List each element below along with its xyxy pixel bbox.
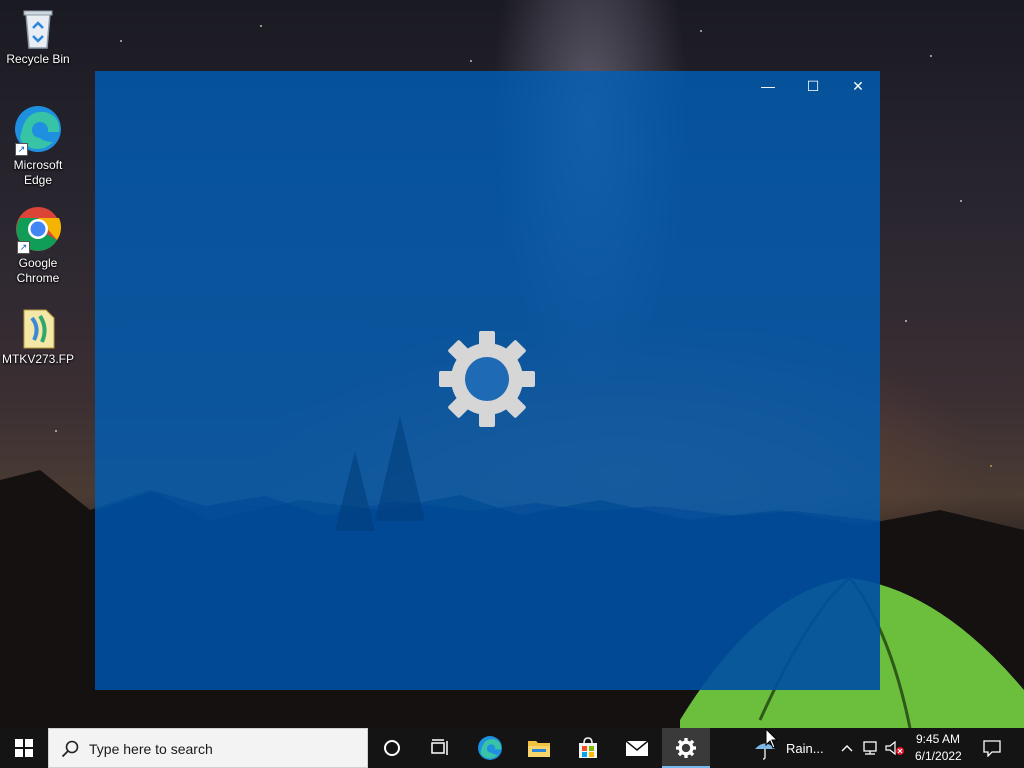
- maximize-icon: ☐: [806, 78, 820, 94]
- taskbar-settings-button[interactable]: [662, 728, 710, 768]
- chevron-up-icon: [841, 745, 853, 752]
- store-icon: [579, 737, 597, 758]
- weather-text: Rain...: [786, 741, 824, 756]
- clock-time: 9:45 AM: [916, 732, 961, 746]
- clock-date: 6/1/2022: [915, 749, 962, 763]
- taskbar-edge-button[interactable]: [466, 728, 514, 768]
- taskbar-search-box[interactable]: Type here to search: [48, 728, 368, 768]
- star: [120, 40, 122, 42]
- settings-window[interactable]: ― ☐ ✕: [95, 71, 880, 690]
- volume-button[interactable]: [882, 728, 908, 768]
- weather-widget[interactable]: Rain...: [752, 728, 832, 768]
- start-button[interactable]: [0, 728, 48, 768]
- close-button[interactable]: ✕: [835, 71, 880, 101]
- star: [960, 200, 962, 202]
- star: [700, 30, 702, 32]
- file-icon: [20, 308, 56, 350]
- taskbar-store-button[interactable]: [564, 728, 612, 768]
- network-icon: [863, 741, 877, 755]
- star: [55, 430, 57, 432]
- desktop-icon-google-chrome[interactable]: ↗ Google Chrome: [0, 206, 76, 286]
- windows-logo-icon: [15, 739, 33, 757]
- star: [905, 320, 907, 322]
- close-icon: ✕: [852, 78, 864, 94]
- mail-icon: [625, 740, 649, 756]
- desktop-icon-label: MTKV273.FP: [1, 352, 75, 366]
- star: [470, 60, 472, 62]
- chrome-icon: ↗: [15, 206, 62, 254]
- star: [260, 25, 262, 27]
- star: [930, 55, 932, 57]
- mouse-cursor-icon: [765, 728, 779, 749]
- minimize-button[interactable]: ―: [745, 71, 791, 101]
- desktop-icon-microsoft-edge[interactable]: ↗ Microsoft Edge: [0, 104, 76, 188]
- cortana-button[interactable]: [368, 728, 416, 768]
- recycle-bin-icon: [18, 6, 58, 50]
- search-icon: [61, 740, 79, 758]
- minimize-icon: ―: [761, 78, 775, 94]
- desktop-wallpaper: Recycle Bin ↗ Microsoft Edge ↗ Google Ch…: [0, 0, 1024, 728]
- shortcut-arrow-icon: ↗: [17, 241, 30, 254]
- network-button[interactable]: [858, 728, 882, 768]
- task-view-icon: [431, 739, 448, 755]
- shortcut-arrow-icon: ↗: [15, 143, 28, 156]
- action-center-button[interactable]: [972, 728, 1012, 768]
- gear-icon: [439, 331, 535, 427]
- cortana-icon: [384, 740, 400, 756]
- task-view-button[interactable]: [416, 728, 464, 768]
- action-center-icon: [983, 740, 1001, 757]
- clock[interactable]: 9:45 AM 6/1/2022: [910, 728, 968, 768]
- taskbar-mail-button[interactable]: [613, 728, 661, 768]
- volume-muted-icon: [885, 740, 904, 756]
- desktop-icon-label: Microsoft Edge: [13, 158, 63, 187]
- desktop-icon-recycle-bin[interactable]: Recycle Bin: [0, 6, 76, 67]
- taskbar: Type here to search Rain... 9:45 AM 6/1/…: [0, 728, 1024, 768]
- settings-icon: [676, 738, 696, 758]
- edge-icon: [478, 736, 502, 760]
- maximize-button[interactable]: ☐: [790, 71, 836, 101]
- show-hidden-icons-button[interactable]: [836, 728, 858, 768]
- desktop-icon-mtkv273[interactable]: MTKV273.FP: [0, 308, 76, 367]
- file-explorer-icon: [528, 741, 550, 757]
- search-placeholder: Type here to search: [89, 741, 213, 757]
- desktop-icon-label: Recycle Bin: [6, 52, 70, 66]
- taskbar-file-explorer-button[interactable]: [515, 728, 563, 768]
- desktop-icon-label: Google Chrome: [16, 256, 60, 285]
- edge-icon: ↗: [13, 104, 63, 156]
